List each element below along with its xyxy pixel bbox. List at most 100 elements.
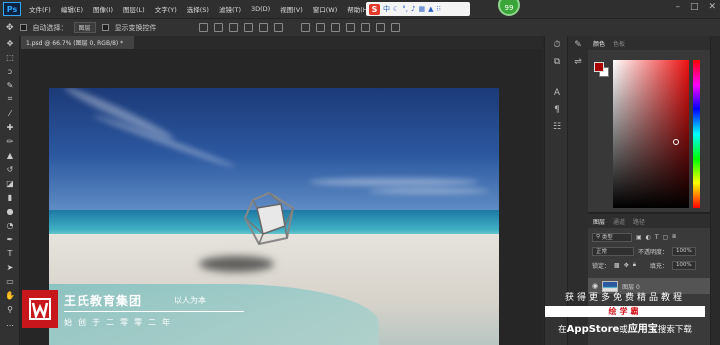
menu-filter[interactable]: 滤镜(T) [214,4,246,14]
tab-swatches[interactable]: 色板 [613,39,625,48]
zoom-tool-icon[interactable]: ⚲ [0,302,20,316]
brand-divider [64,311,244,312]
distribute-bottom-icon[interactable] [330,23,340,32]
keyboard-icon[interactable]: ▦ [418,5,425,13]
align-bottom-icon[interactable] [228,23,238,32]
kind-filter-label: 类型 [601,235,613,241]
shape-tool-icon[interactable]: ▭ [0,274,20,288]
clone-stamp-icon[interactable]: ▲ [0,148,20,162]
properties-icon[interactable]: ☷ [545,118,569,135]
move-tool-icon[interactable]: ✥ [0,36,20,50]
healing-brush-icon[interactable]: ✚ [0,120,20,134]
color-picker-handle[interactable] [673,139,679,145]
layer-kind-filter[interactable]: ⚲ 类型 [592,232,632,242]
type-filter-icon[interactable]: T [655,234,659,241]
brush-panel-icon[interactable]: ✎ [568,36,588,53]
document-tab[interactable]: 1.psd @ 66.7% (图层 0, RGB/8) * [21,36,134,49]
align-vcenter-icon[interactable] [213,23,223,32]
menu-file[interactable]: 文件(F) [24,4,56,14]
ime-language[interactable]: 中 [383,4,390,14]
menu-layer[interactable]: 图层(L) [118,4,150,14]
auto-align-icon[interactable] [390,23,400,32]
blur-tool-icon[interactable]: ● [0,204,20,218]
ime-toolbar[interactable]: S 中 ☾ °, ♪ ▦ ▲ ⁝⁝ [366,2,470,16]
tab-color[interactable]: 颜色 [593,39,605,48]
wireframe-cube[interactable] [241,190,297,246]
distribute-vcenter-icon[interactable] [315,23,325,32]
marquee-tool-icon[interactable]: ⬚ [0,50,20,64]
grid-icon[interactable]: ⁝⁝ [437,5,441,13]
adjustment-filter-icon[interactable]: ◐ [646,234,651,241]
tab-layers[interactable]: 图层 [593,217,605,226]
shirt-icon[interactable]: ▲ [428,5,433,13]
paragraph-icon[interactable]: ¶ [545,101,569,118]
microphone-icon[interactable]: ♪ [411,5,415,13]
align-top-icon[interactable] [198,23,208,32]
lasso-tool-icon[interactable]: ↄ [0,64,20,78]
menu-edit[interactable]: 编辑(E) [56,4,88,14]
hue-slider[interactable] [693,60,700,208]
move-tool-icon[interactable]: ✥ [6,23,14,33]
moon-icon[interactable]: ☾ [393,5,399,13]
tab-paths[interactable]: 路径 [633,217,645,226]
fill-label: 填充： [649,262,668,270]
blend-mode-dropdown[interactable]: 正常 [592,246,634,256]
fill-input[interactable]: 100% [671,260,696,270]
layers-panel-tabs: 图层 通道 路径 [588,214,710,228]
distribute-right-icon[interactable] [375,23,385,32]
brush-tool-icon[interactable]: ✏ [0,134,20,148]
shape-filter-icon[interactable]: ▢ [663,234,669,241]
pen-tool-icon[interactable]: ✒ [0,232,20,246]
pixel-filter-icon[interactable]: ▣ [636,234,642,241]
photoshop-logo: Ps [3,2,21,16]
blend-row: 正常 不透明度： 100% [588,245,710,257]
punctuation-icon[interactable]: °, [402,5,408,13]
distribute-top-icon[interactable] [300,23,310,32]
lock-pixels-icon[interactable]: ▩ [614,262,620,269]
close-icon[interactable]: ✕ [708,2,716,12]
menu-image[interactable]: 图像(I) [88,4,118,14]
visibility-eye-icon[interactable]: ◉ [592,282,598,290]
foreground-color-swatch[interactable] [594,62,604,72]
distribute-left-icon[interactable] [345,23,355,32]
maximize-icon[interactable]: □ [690,2,699,12]
smart-filter-icon[interactable]: ⧈ [672,233,676,241]
menu-type[interactable]: 文字(Y) [150,4,182,14]
menu-select[interactable]: 选择(S) [182,4,214,14]
show-transform-checkbox[interactable] [101,24,109,31]
menu-3d[interactable]: 3D(D) [246,5,275,13]
eraser-tool-icon[interactable]: ◪ [0,176,20,190]
minimize-icon[interactable]: – [675,2,680,12]
auto-select-checkbox[interactable] [19,24,27,31]
opacity-label: 不透明度： [638,248,669,256]
align-right-icon[interactable] [273,23,283,32]
color-field[interactable] [613,60,689,208]
align-left-icon[interactable] [243,23,253,32]
document-tab-bar [134,36,542,49]
auto-select-dropdown[interactable]: 图层 [73,22,96,33]
history-brush-icon[interactable]: ↺ [0,162,20,176]
dodge-tool-icon[interactable]: ◔ [0,218,20,232]
tab-channels[interactable]: 通道 [613,217,625,226]
path-select-icon[interactable]: ➤ [0,260,20,274]
lock-all-icon[interactable]: 🔒︎ [633,261,636,269]
adjustments-panel-icon[interactable]: ⇌ [568,53,588,70]
character-icon[interactable]: A [545,84,569,101]
actions-icon[interactable]: ⧉ [545,53,569,70]
opacity-input[interactable]: 100% [672,246,696,256]
menu-view[interactable]: 视图(V) [275,4,308,14]
align-hcenter-icon[interactable] [258,23,268,32]
eyedropper-tool-icon[interactable]: ⁄ [0,106,20,120]
brand-logo [22,290,58,328]
type-tool-icon[interactable]: T [0,246,20,260]
hand-tool-icon[interactable]: ✋ [0,288,20,302]
menu-window[interactable]: 窗口(W) [308,4,343,14]
more-tools-icon[interactable]: … [0,316,20,330]
distribute-hcenter-icon[interactable] [360,23,370,32]
history-icon[interactable]: ⏱ [545,36,569,53]
auto-select-label: 自动选择： [32,23,68,32]
crop-tool-icon[interactable]: ⌗ [0,92,20,106]
gradient-tool-icon[interactable]: ▮ [0,190,20,204]
quick-select-tool-icon[interactable]: ✎ [0,78,20,92]
lock-position-icon[interactable]: ✥ [624,262,629,269]
